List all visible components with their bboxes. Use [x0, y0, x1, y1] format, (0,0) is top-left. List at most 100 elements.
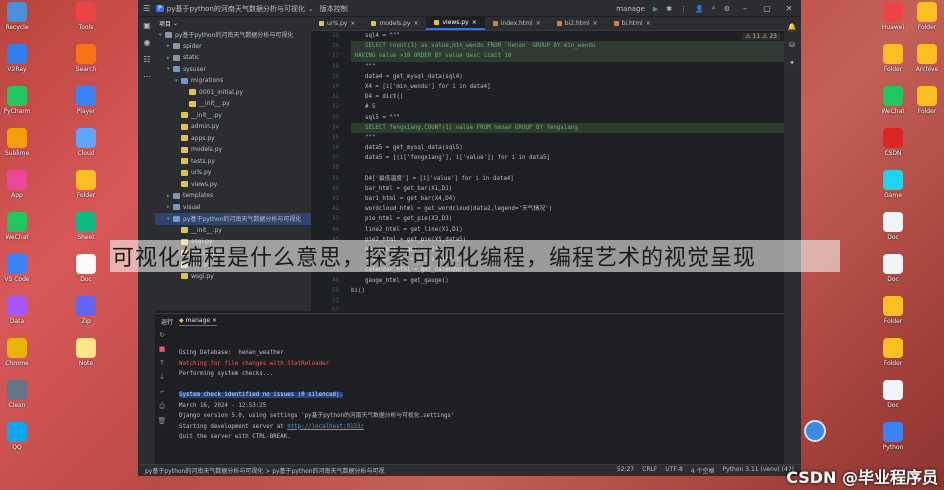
desktop-icon[interactable]: Folder [876, 44, 910, 82]
close-button[interactable]: ✕ [782, 4, 796, 13]
editor-tab[interactable]: views.py × [426, 17, 485, 30]
desktop-icon[interactable]: Doc [876, 380, 910, 418]
tree-item[interactable]: apps.py [155, 133, 311, 145]
rerun-icon[interactable]: ↻ [159, 331, 165, 339]
tree-item[interactable]: models.py [155, 144, 311, 156]
caret-position[interactable]: 52:27 [617, 466, 634, 475]
desktop-icon[interactable]: Folder [910, 86, 944, 124]
notifications-icon[interactable]: 🔔 [788, 23, 797, 31]
desktop-icon[interactable]: Tools [69, 2, 103, 40]
run-config-selector[interactable]: manage [616, 5, 645, 13]
desktop-icon[interactable]: WeChat [0, 212, 34, 250]
desktop-icon[interactable]: Python [876, 422, 910, 460]
tree-item[interactable]: __init__.py [155, 110, 311, 122]
desktop-icon[interactable]: CSDN [876, 128, 910, 166]
project-switcher[interactable]: P py基于python的河南天气数据分析与可视化 ⌄ [156, 4, 314, 14]
close-icon[interactable]: × [212, 317, 217, 324]
more-icon[interactable]: ⋮ [680, 5, 687, 13]
maximize-button[interactable]: ▢ [760, 4, 774, 13]
close-icon[interactable]: × [472, 19, 477, 26]
editor-tab[interactable]: models.py × [363, 17, 426, 30]
desktop-icon[interactable]: App [0, 170, 34, 208]
console-output[interactable]: Using Database: henan_weather Watching fo… [179, 348, 774, 443]
editor-tab[interactable]: bi2.html × [549, 17, 606, 30]
search-icon[interactable]: ⌕ [712, 4, 716, 13]
minimize-button[interactable]: – [738, 4, 752, 13]
run-tab-label[interactable]: 运行 [161, 317, 173, 326]
desktop-icon[interactable]: Recycle [0, 2, 34, 40]
close-icon[interactable]: × [413, 20, 418, 27]
project-tool-icon[interactable]: ▣ [143, 21, 151, 30]
desktop-icon[interactable]: QQ [0, 422, 34, 460]
editor-tab[interactable]: urls.py × [311, 17, 363, 30]
desktop-icon[interactable]: V2Ray [0, 44, 34, 82]
scroll-up-icon[interactable]: ↑ [159, 359, 165, 367]
structure-tool-icon[interactable]: ☷ [143, 55, 150, 64]
desktop-icon[interactable]: Search [69, 44, 103, 82]
stop-icon[interactable]: ■ [159, 345, 166, 353]
desktop-icon[interactable]: Folder [876, 338, 910, 376]
floating-assistant-icon[interactable] [804, 420, 826, 442]
account-icon[interactable]: 👤 [695, 5, 704, 13]
tree-item[interactable]: ▾ py基于python的河南天气数据分析与可视化 [155, 29, 311, 41]
desktop-icon[interactable]: Data [0, 296, 34, 334]
ai-assistant-icon[interactable]: ✦ [789, 59, 795, 67]
desktop-icon[interactable]: Doc [876, 212, 910, 250]
desktop-icon[interactable]: Game [876, 170, 910, 208]
indent-setting[interactable]: 4 个空格 [691, 466, 715, 475]
close-icon[interactable]: × [536, 20, 541, 27]
tree-item[interactable]: tests.py [155, 156, 311, 168]
desktop-icon[interactable]: WeChat [876, 86, 910, 124]
desktop-icon[interactable]: PyCharm [0, 86, 34, 124]
desktop-icon[interactable]: Sublime [0, 128, 34, 166]
desktop-icon[interactable]: Doc [876, 254, 910, 292]
close-icon[interactable]: × [593, 20, 598, 27]
project-panel-header[interactable]: 项目 ⌄ [155, 17, 311, 29]
scroll-down-icon[interactable]: ↓ [159, 373, 165, 381]
trash-icon[interactable]: 🗑 [158, 417, 167, 425]
editor-tab[interactable]: bi.html × [606, 17, 659, 30]
tree-item[interactable]: ▾ migrations [155, 75, 311, 87]
desktop-icon[interactable]: Cloud [69, 128, 103, 166]
tree-item[interactable]: ▸ static [155, 52, 311, 64]
tree-item[interactable]: admin.py [155, 121, 311, 133]
tree-item[interactable]: views.py [155, 179, 311, 191]
python-interpreter[interactable]: Python 3.11 (venv) (47) [723, 466, 794, 475]
more-tools-icon[interactable]: ⋯ [143, 72, 151, 81]
desktop-icon[interactable]: Player [69, 86, 103, 124]
desktop-icon[interactable]: Folder [910, 2, 944, 40]
desktop-icon[interactable]: VS Code [0, 254, 34, 292]
vcs-menu[interactable]: 版本控制 [320, 4, 348, 14]
commit-tool-icon[interactable]: ◉ [144, 38, 151, 47]
tree-item[interactable]: __init__.py [155, 225, 311, 237]
line-separator[interactable]: CRLF [642, 466, 657, 475]
tree-item[interactable]: wsgi.py [155, 271, 311, 283]
desktop-icon[interactable]: Zip [69, 296, 103, 334]
desktop-icon[interactable]: Chrome [0, 338, 34, 376]
desktop-icon[interactable]: Huawei [876, 2, 910, 40]
debug-icon[interactable]: ✱ [666, 5, 672, 13]
server-url-link[interactable]: http://localhost:9133/ [287, 424, 364, 430]
tree-item[interactable]: urls.py [155, 167, 311, 179]
breadcrumb-path[interactable]: py基于python的河南天气数据分析与可视化 > py基于python的河南天… [145, 466, 385, 475]
desktop-icon[interactable]: Doc [69, 254, 103, 292]
database-icon[interactable]: ⛁ [789, 41, 795, 49]
tree-item[interactable]: ▾ py基于python的河南天气数据分析与可视化 [155, 213, 311, 225]
tree-item[interactable]: ▾ sysuser [155, 64, 311, 76]
tree-item[interactable]: ▸ visual [155, 202, 311, 214]
desktop-icon[interactable]: Sheet [69, 212, 103, 250]
desktop-icon[interactable]: Clean [0, 380, 34, 418]
desktop-icon[interactable]: Folder [69, 170, 103, 208]
file-encoding[interactable]: UTF-8 [665, 466, 683, 475]
settings-gear-icon[interactable]: ⚙ [724, 5, 730, 13]
tree-item[interactable]: 0001_initial.py [155, 87, 311, 99]
editor-tab[interactable]: index.html × [485, 17, 549, 30]
run-icon[interactable]: ▶ [653, 5, 658, 13]
print-icon[interactable]: ⎙ [159, 402, 165, 411]
tree-item[interactable]: __init__.py [155, 98, 311, 110]
desktop-icon[interactable]: Folder [876, 296, 910, 334]
close-icon[interactable]: × [646, 20, 651, 27]
tree-item[interactable]: ▸ templates [155, 190, 311, 202]
run-config-tab[interactable]: ◆ manage × [179, 317, 218, 326]
desktop-icon[interactable]: Archive [910, 44, 944, 82]
